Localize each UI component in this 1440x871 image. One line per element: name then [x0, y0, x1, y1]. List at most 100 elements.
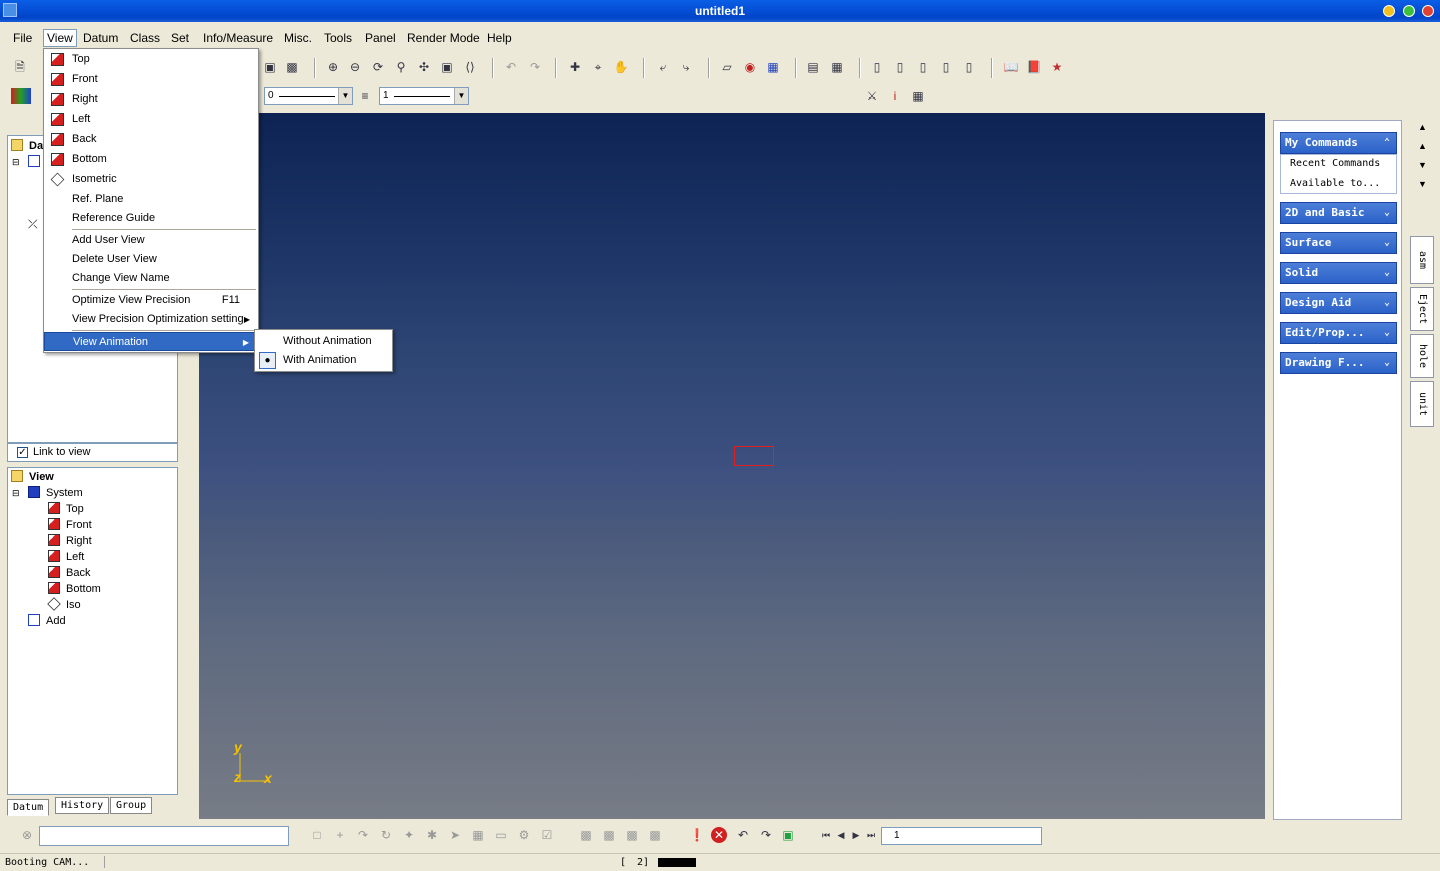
chevron-down-icon[interactable]: ⌄: [1384, 263, 1390, 283]
plane-icon[interactable]: ▱: [719, 59, 735, 75]
menu-item-view-animation[interactable]: View Animation ▶: [44, 332, 258, 351]
point-icon[interactable]: +: [332, 827, 348, 843]
menu-item-back[interactable]: Back: [44, 130, 258, 149]
available-to-item[interactable]: Available to...: [1290, 178, 1380, 189]
command-input[interactable]: [39, 826, 289, 846]
print-4-icon[interactable]: ▩: [647, 827, 663, 843]
view-tree-add[interactable]: Add: [28, 613, 66, 629]
chevron-down-icon[interactable]: ⌄: [1384, 323, 1390, 343]
new-file-icon[interactable]: 🗎: [12, 59, 28, 75]
first-page-icon[interactable]: ⏮: [818, 827, 834, 843]
zoom-in-icon[interactable]: ⊕: [325, 59, 341, 75]
box-icon[interactable]: ▣: [262, 59, 278, 75]
menu-class[interactable]: Class: [127, 29, 163, 47]
menu-datum[interactable]: Datum: [80, 29, 121, 47]
link-to-view-checkbox[interactable]: ✓: [17, 447, 28, 458]
minimize-button[interactable]: [1383, 5, 1395, 17]
menu-item-isometric[interactable]: Isometric: [44, 170, 258, 189]
color-palette-icon[interactable]: [11, 88, 31, 104]
line-style-combo[interactable]: 0 ▼: [264, 87, 353, 105]
menu-misc[interactable]: Misc.: [281, 29, 315, 47]
rectangle-select-icon[interactable]: □: [309, 827, 325, 843]
view-tree-item-bottom[interactable]: Bottom: [48, 581, 101, 597]
book-icon[interactable]: 📖: [1003, 59, 1019, 75]
page-number-input[interactable]: 1: [881, 827, 1042, 845]
line-weight-icon[interactable]: ≡: [357, 88, 373, 104]
collapse-toggle[interactable]: ⊟: [12, 154, 20, 170]
arc-icon[interactable]: ↷: [355, 827, 371, 843]
grid-icon[interactable]: ▦: [765, 59, 781, 75]
graphics-viewport[interactable]: y z x: [199, 113, 1265, 819]
undo-icon[interactable]: ↶: [503, 59, 519, 75]
layout-3-icon[interactable]: ▯: [915, 59, 931, 75]
menu-info-measure[interactable]: Info/Measure: [200, 29, 276, 47]
zoom-out-icon[interactable]: ⊖: [347, 59, 363, 75]
spreadsheet-icon[interactable]: ▦: [910, 88, 926, 104]
view-tree-item-right[interactable]: Right: [48, 533, 92, 549]
check-frame-icon[interactable]: ☑: [539, 827, 555, 843]
collapse-toggle[interactable]: ⊟: [12, 485, 20, 501]
monitor-icon[interactable]: ▭: [493, 827, 509, 843]
group-design-aid[interactable]: Design Aid ⌄: [1280, 292, 1397, 314]
layout-2-icon[interactable]: ▯: [892, 59, 908, 75]
app-icon[interactable]: [3, 3, 17, 17]
menu-item-with-animation[interactable]: ● With Animation: [255, 351, 392, 370]
prev-page-icon[interactable]: ◀: [833, 827, 849, 843]
maximize-button[interactable]: [1403, 5, 1415, 17]
snap-point-icon[interactable]: ⤷: [678, 59, 694, 75]
menu-item-delete-user-view[interactable]: Delete User View: [44, 250, 258, 269]
zoom-all-icon[interactable]: ▣: [439, 59, 455, 75]
zoom-fit-icon[interactable]: ✣: [416, 59, 432, 75]
chevron-down-icon[interactable]: ⌄: [1384, 203, 1390, 223]
print-2-icon[interactable]: ▩: [601, 827, 617, 843]
tab-history[interactable]: History: [55, 797, 110, 814]
close-button[interactable]: [1422, 5, 1434, 17]
scroll-top-icon[interactable]: ▲: [1418, 122, 1427, 132]
menu-render-mode[interactable]: Render Mode: [404, 29, 483, 47]
menu-item-add-user-view[interactable]: Add User View: [44, 231, 258, 250]
side-tab-hole[interactable]: hole: [1410, 334, 1434, 378]
menu-item-right[interactable]: Right: [44, 90, 258, 109]
datum-item-icon[interactable]: ⤫: [28, 216, 38, 232]
next-page-icon[interactable]: ▶: [848, 827, 864, 843]
chevron-up-icon[interactable]: ⌃: [1384, 133, 1390, 153]
wizard-icon[interactable]: ★: [1049, 59, 1065, 75]
line-width-combo[interactable]: 1 ▼: [379, 87, 469, 105]
layout-4-icon[interactable]: ▯: [938, 59, 954, 75]
tab-group[interactable]: Group: [110, 797, 153, 814]
redo-icon[interactable]: ↷: [527, 59, 543, 75]
side-tab-unit[interactable]: unit: [1410, 381, 1434, 427]
help-book-icon[interactable]: 📕: [1026, 59, 1042, 75]
recent-commands-item[interactable]: Recent Commands: [1290, 158, 1380, 169]
trim-icon[interactable]: ✱: [424, 827, 440, 843]
chevron-down-icon[interactable]: ▼: [338, 88, 352, 104]
tab-datum[interactable]: Datum: [7, 799, 50, 816]
table-icon[interactable]: ▦: [829, 59, 845, 75]
attribute-icon[interactable]: ⚔: [864, 88, 880, 104]
view-tree-item-left[interactable]: Left: [48, 549, 84, 565]
view-tree-item-front[interactable]: Front: [48, 517, 92, 533]
gear-icon[interactable]: ⚙: [516, 827, 532, 843]
menu-item-left[interactable]: Left: [44, 110, 258, 129]
menu-view[interactable]: View: [43, 29, 77, 47]
menu-item-change-view-name[interactable]: Change View Name: [44, 269, 258, 288]
redo-icon[interactable]: ↷: [758, 827, 774, 843]
datum-tree-header[interactable]: Da: [11, 138, 43, 154]
group-solid[interactable]: Solid ⌄: [1280, 262, 1397, 284]
pan-view-icon[interactable]: ⟨⟩: [462, 59, 478, 75]
menu-panel[interactable]: Panel: [362, 29, 399, 47]
scroll-bottom-icon[interactable]: ▼: [1418, 179, 1427, 189]
menu-item-reference-guide[interactable]: Reference Guide: [44, 209, 258, 228]
menu-set[interactable]: Set: [168, 29, 192, 47]
scroll-down-icon[interactable]: ▼: [1418, 160, 1427, 170]
pointer-icon[interactable]: ➤: [447, 827, 463, 843]
chevron-down-icon[interactable]: ⌄: [1384, 233, 1390, 253]
view-system-node[interactable]: System: [28, 485, 83, 501]
hand-icon[interactable]: ✋: [613, 59, 629, 75]
side-tab-asm[interactable]: asm: [1410, 236, 1434, 284]
menu-help[interactable]: Help: [484, 29, 515, 47]
menu-tools[interactable]: Tools: [321, 29, 355, 47]
print-1-icon[interactable]: ▩: [578, 827, 594, 843]
group-edit-prop[interactable]: Edit/Prop... ⌄: [1280, 322, 1397, 344]
measure-icon[interactable]: ⌖: [590, 59, 606, 75]
